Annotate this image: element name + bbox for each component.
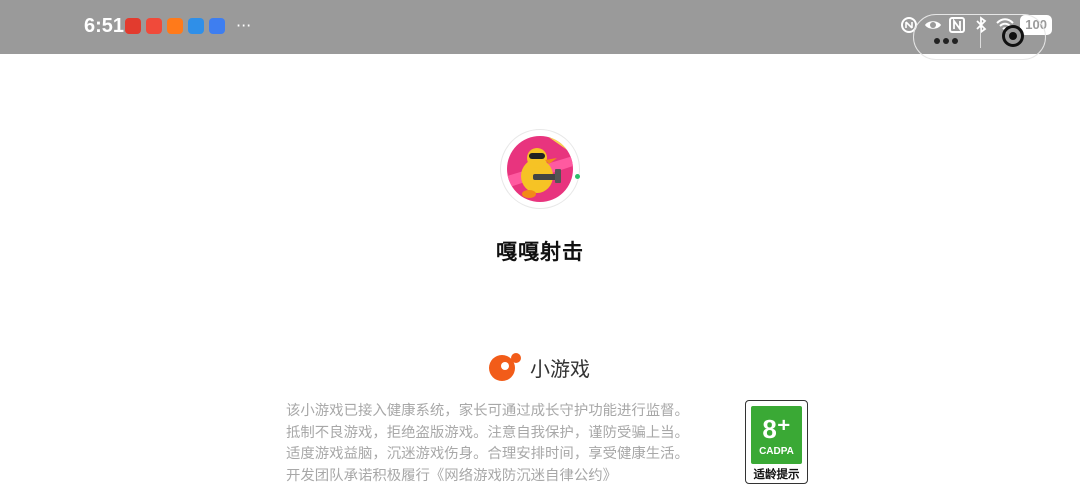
age-rating-badge: 8⁺ CADPA 适龄提示 [745, 400, 808, 484]
app-notification-icon-red-text [146, 18, 162, 34]
game-avatar [500, 129, 580, 209]
health-notice: 该小游戏已接入健康系统，家长可通过成长守护功能进行监督。 抵制不良游戏，拒绝盗版… [286, 401, 736, 487]
mini-game-brand: 小游戏 [488, 352, 590, 382]
age-rating-value: 8⁺ [762, 414, 791, 444]
app-notification-icon-blue-camera [209, 18, 225, 34]
online-status-dot [575, 174, 580, 179]
notice-line: 该小游戏已接入健康系统，家长可通过成长守护功能进行监督。 [286, 403, 689, 419]
more-dots-icon[interactable] [934, 29, 961, 48]
mini-game-logo-icon [489, 353, 521, 381]
age-rating-code: CADPA [759, 446, 794, 457]
age-rating-tip: 适龄提示 [753, 467, 800, 481]
duck-shooter-avatar-icon [507, 136, 573, 202]
notice-line: 开发团队承诺积极履行《网络游戏防沉迷自律公约》 [286, 467, 617, 484]
capsule-divider [980, 28, 981, 48]
notification-overflow: ··· [236, 16, 252, 35]
mini-program-capsule [913, 14, 1046, 60]
close-circle-icon[interactable] [1002, 25, 1024, 47]
notification-icons: ··· [125, 18, 251, 34]
notice-line: 适度游戏益脑，沉迷游戏伤身。合理安排时间，享受健康生活。 [286, 446, 689, 462]
age-rating-panel: 8⁺ CADPA [751, 406, 802, 464]
game-title: 嘎嘎射击 [496, 240, 584, 264]
status-time: 6:51 [84, 15, 125, 37]
app-notification-icon-orange [167, 18, 183, 34]
app-notification-icon-blue-bird [188, 18, 204, 34]
app-notification-icon-red [125, 18, 141, 34]
notice-line: 抵制不良游戏，拒绝盗版游戏。注意自我保护，谨防受骗上当。 [286, 424, 689, 441]
mini-game-label: 小游戏 [530, 356, 590, 381]
